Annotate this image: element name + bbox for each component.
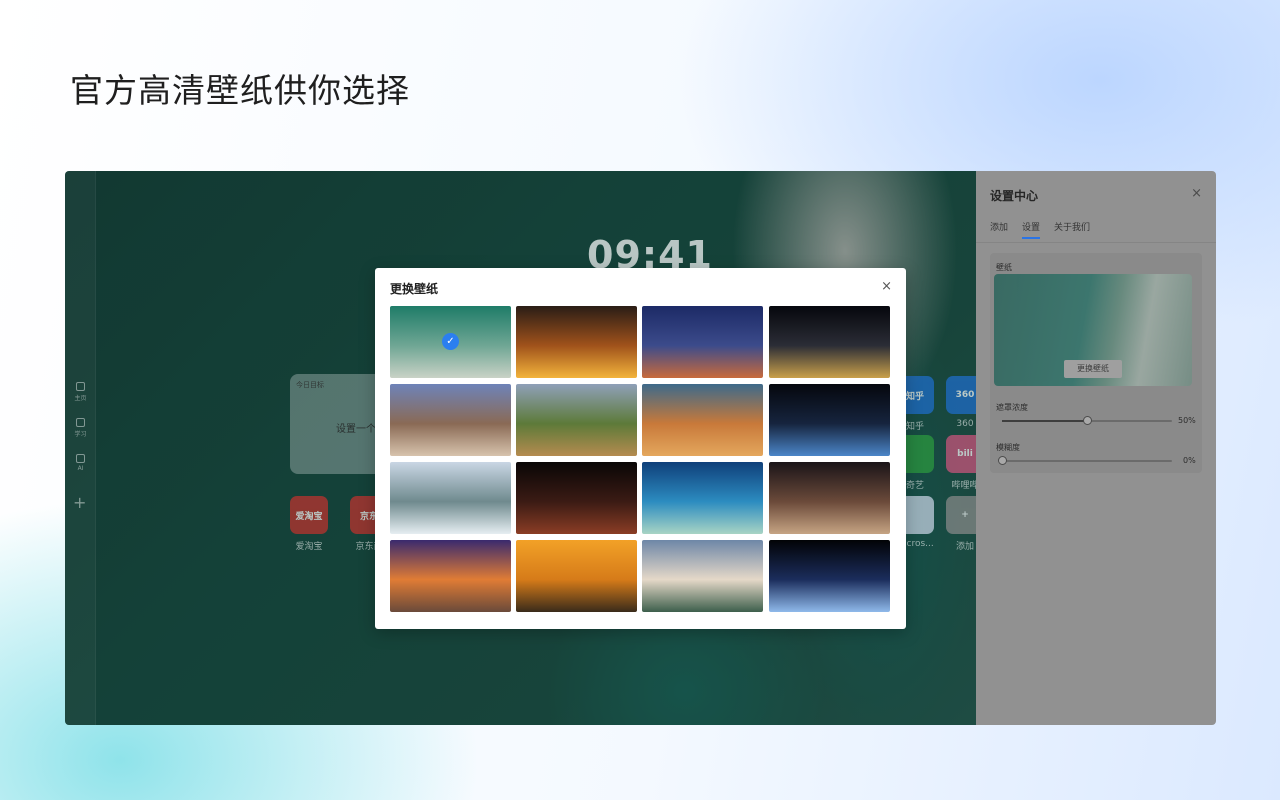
blur-slider-handle[interactable] — [998, 456, 1007, 465]
mask-slider[interactable] — [1002, 416, 1172, 425]
mask-value: 50% — [1178, 416, 1196, 425]
settings-panel-title: 设置中心 — [990, 189, 1039, 203]
wallpaper-thumbnail-earth-night-lights[interactable] — [769, 306, 890, 378]
taobao-icon: 爱淘宝 — [290, 496, 328, 534]
blur-slider[interactable] — [998, 456, 1172, 465]
app-shortcut-taobao[interactable]: 爱淘宝 爱淘宝 — [289, 496, 329, 552]
blur-label: 模糊度 — [996, 443, 1020, 452]
change-wallpaper-button[interactable]: 更换壁纸 — [1064, 360, 1122, 378]
selected-check-icon: ✓ — [442, 333, 459, 350]
app-label: 爱淘宝 — [295, 542, 323, 552]
page-headline: 官方高清壁纸供你选择 — [70, 71, 410, 110]
wallpaper-thumbnail-volcano-valley[interactable] — [390, 384, 511, 456]
rail-add-button[interactable]: + — [73, 493, 86, 512]
settings-tabs: 添加 设置 关于我们 — [990, 220, 1090, 239]
tab-settings[interactable]: 设置 — [1022, 220, 1041, 239]
goal-card-title: 今日目标 — [296, 381, 324, 389]
rail-item-home[interactable]: 主页 — [69, 382, 92, 402]
rail-item-study[interactable]: 学习 — [69, 418, 92, 438]
tab-divider — [976, 242, 1216, 243]
mask-label: 遮罩浓度 — [996, 403, 1028, 412]
dialog-title: 更换壁纸 — [390, 282, 439, 296]
wallpaper-thumbnail-desert-dunes[interactable] — [642, 384, 763, 456]
settings-close-icon[interactable]: × — [1191, 186, 1202, 201]
change-wallpaper-dialog: 更换壁纸 × ✓ — [375, 268, 906, 629]
book-icon — [76, 418, 85, 427]
wallpaper-thumbnail-mountain-lake-night[interactable] — [642, 306, 763, 378]
wallpaper-thumbnail-snowy-mountain-lake[interactable] — [642, 540, 763, 612]
tab-about[interactable]: 关于我们 — [1054, 220, 1090, 239]
wallpaper-thumbnail-aerial-beach[interactable]: ✓ — [390, 306, 511, 378]
mask-slider-fill — [1002, 420, 1087, 422]
mask-slider-handle[interactable] — [1083, 416, 1092, 425]
left-rail: 主页 学习 AI + — [65, 171, 96, 725]
dialog-close-icon[interactable]: × — [881, 279, 892, 294]
wallpaper-label: 壁纸 — [996, 263, 1012, 272]
rail-item-label: 学习 — [74, 431, 87, 438]
rail-item-label: 主页 — [74, 395, 87, 402]
wallpaper-thumbnail-savanna-elephants[interactable] — [516, 540, 637, 612]
robot-icon — [76, 454, 85, 463]
wallpaper-thumbnail-green-mountain-peak[interactable] — [516, 384, 637, 456]
wallpaper-preview: 更换壁纸 — [994, 274, 1192, 386]
wallpaper-thumbnail-sunset-hills[interactable] — [390, 540, 511, 612]
rail-item-label: AI — [77, 465, 84, 472]
wallpaper-thumbnail-mars-horizon[interactable] — [516, 462, 637, 534]
blur-value: 0% — [1183, 456, 1196, 465]
wallpaper-thumbnail-coral-island[interactable] — [642, 462, 763, 534]
wallpaper-thumbnail-nebula[interactable] — [769, 462, 890, 534]
wallpaper-thumbnail-misty-lake[interactable] — [390, 462, 511, 534]
wallpaper-thumbnail-city-sunset-street[interactable] — [516, 306, 637, 378]
home-icon — [76, 382, 85, 391]
goal-card-text: 设置一个 — [336, 424, 376, 435]
tab-add[interactable]: 添加 — [990, 220, 1008, 239]
wallpaper-thumbnail-space-earth-sun[interactable] — [769, 384, 890, 456]
rail-item-ai[interactable]: AI — [69, 454, 92, 472]
wallpaper-thumbnail-earth-from-space[interactable] — [769, 540, 890, 612]
settings-panel: 设置中心 × 添加 设置 关于我们 壁纸 更换壁纸 遮罩浓度 50% 模糊度 0… — [976, 171, 1216, 725]
